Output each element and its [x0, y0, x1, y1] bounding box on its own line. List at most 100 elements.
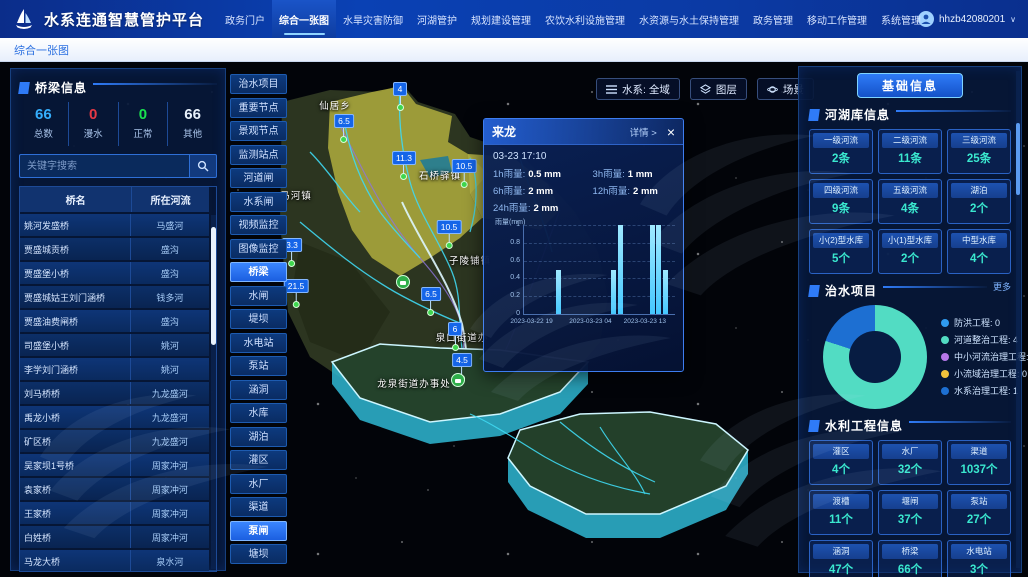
nav-item[interactable]: 移动工作管理: [800, 0, 874, 38]
engineering-card-value: 27个: [951, 509, 1007, 531]
section-square-icon: [808, 420, 820, 432]
table-body: 姚河发盛桥马盛河贾盛城贡桥盛沟贾盛堡小桥盛沟贾盛城姑王刘门涵桥钱多河贾盛油费闸桥…: [20, 214, 209, 572]
river-cell: 钱多河: [131, 286, 209, 308]
layer-menu-item[interactable]: 渠道: [230, 497, 287, 517]
layer-menu-item[interactable]: 景观节点: [230, 121, 287, 141]
table-row[interactable]: 贾盛城姑王刘门涵桥钱多河: [20, 286, 209, 308]
river-cell: 九龙盛河: [131, 430, 209, 452]
section-divider: [883, 286, 987, 288]
gauge-marker[interactable]: 6: [448, 322, 462, 351]
legend-item: 小流域治理工程: 0: [941, 366, 1028, 383]
layer-menu-item[interactable]: 桥梁: [230, 262, 287, 282]
layers-button[interactable]: 图层: [690, 78, 747, 100]
nav-item[interactable]: 农饮水利设施管理: [538, 0, 632, 38]
water-system-select[interactable]: 水系: 全域: [596, 78, 680, 100]
gauge-marker[interactable]: 10.5: [452, 159, 477, 188]
projects-more-link[interactable]: 更多: [993, 280, 1011, 293]
table-row[interactable]: 贾盛油费闸桥盛沟: [20, 310, 209, 332]
projects-legend: 防洪工程: 0河道整治工程: 4中小河流治理工程: 0小流域治理工程: 0水系治…: [941, 315, 1028, 400]
river-cell: 周家冲河: [131, 526, 209, 548]
layer-menu-item[interactable]: 堤坝: [230, 309, 287, 329]
legend-item: 中小河流治理工程: 0: [941, 349, 1028, 366]
gauge-marker[interactable]: 10.5: [437, 220, 462, 249]
rain-bar: [611, 270, 616, 315]
table-scrollbar-thumb[interactable]: [211, 227, 216, 345]
rainfall-stat-value: 0.5 mm: [528, 169, 561, 180]
map-layer-menu: 治水项目重要节点景观节点监测站点河道闸水系闸视频监控图像监控桥梁水闸堤坝水电站泵…: [230, 74, 287, 568]
layer-menu-item[interactable]: 视频监控: [230, 215, 287, 235]
popup-detail-link[interactable]: 详情 >: [630, 125, 657, 139]
breadcrumb[interactable]: 综合一张图: [14, 42, 69, 58]
right-scrollbar-track: [1016, 71, 1020, 568]
river-cell: 盛沟: [131, 262, 209, 284]
rain-bar: [656, 225, 661, 314]
gauge-marker[interactable]: 6.5: [334, 114, 354, 143]
layer-menu-item[interactable]: 塘坝: [230, 544, 287, 564]
table-row[interactable]: 吴家坝1号桥周家冲河: [20, 454, 209, 476]
nav-item[interactable]: 河湖管护: [410, 0, 464, 38]
nav-item[interactable]: 系统管理: [874, 0, 928, 38]
layer-menu-item[interactable]: 河道闸: [230, 168, 287, 188]
bridge-name-cell: 吴家坝1号桥: [20, 454, 131, 476]
table-row[interactable]: 马龙大桥泉水河: [20, 550, 209, 572]
table-row[interactable]: 禹龙小桥九龙盛河: [20, 406, 209, 428]
gauge-marker[interactable]: 21.5: [284, 279, 309, 308]
layer-menu-item[interactable]: 泵闸: [230, 521, 287, 541]
search-button[interactable]: [189, 154, 217, 178]
layer-menu-item[interactable]: 水厂: [230, 474, 287, 494]
nav-item[interactable]: 水资源与水土保持管理: [632, 0, 746, 38]
layer-menu-item[interactable]: 涵洞: [230, 380, 287, 400]
river-card: 五级河流4条: [878, 179, 942, 224]
table-row[interactable]: 王家桥周家冲河: [20, 502, 209, 524]
nav-item[interactable]: 综合一张图: [272, 0, 336, 38]
basic-info-button[interactable]: 基础信息: [857, 73, 963, 98]
search-input[interactable]: [19, 154, 189, 178]
river-card-label: 三级河流: [951, 133, 1007, 148]
user-name: hhzb42080201: [939, 14, 1005, 25]
layer-menu-item[interactable]: 灌区: [230, 450, 287, 470]
layer-menu-item[interactable]: 水电站: [230, 333, 287, 353]
table-row[interactable]: 白姓桥周家冲河: [20, 526, 209, 548]
nav-item[interactable]: 政务管理: [746, 0, 800, 38]
marker-value-tag: 4: [393, 82, 407, 96]
rainfall-chart: 雨量(mm) 00.20.40.60.812023-03-22 192023-0…: [523, 225, 670, 315]
layer-menu-item[interactable]: 重要节点: [230, 98, 287, 118]
gauge-marker[interactable]: 11.3: [392, 151, 416, 180]
layer-menu-item[interactable]: 湖泊: [230, 427, 287, 447]
layer-menu-item[interactable]: 泵站: [230, 356, 287, 376]
table-row[interactable]: 矿区桥九龙盛河: [20, 430, 209, 452]
engineering-card-value: 4个: [813, 459, 869, 481]
gauge-marker[interactable]: 4: [393, 82, 407, 111]
nav-item[interactable]: 政务门户: [218, 0, 272, 38]
right-scrollbar-thumb[interactable]: [1016, 123, 1020, 195]
gauge-marker[interactable]: 6.5: [421, 287, 441, 316]
y-tick-label: 0.4: [502, 274, 520, 281]
legend-dot-icon: [941, 336, 949, 344]
bridge-name-cell: 贾盛堡小桥: [20, 262, 131, 284]
legend-item: 河道整治工程: 4: [941, 332, 1028, 349]
layer-menu-item[interactable]: 水库: [230, 403, 287, 423]
camera-marker-icon[interactable]: [396, 275, 410, 289]
table-row[interactable]: 袁家桥周家冲河: [20, 478, 209, 500]
layer-menu-item[interactable]: 水闸: [230, 286, 287, 306]
layer-menu-item[interactable]: 水系闸: [230, 192, 287, 212]
table-row[interactable]: 刘马桥桥九龙盛河: [20, 382, 209, 404]
table-row[interactable]: 姚河发盛桥马盛河: [20, 214, 209, 236]
table-row[interactable]: 司盛堡小桥姚河: [20, 334, 209, 356]
camera-marker-icon[interactable]: [451, 373, 465, 387]
app-title: 水系连通智慧管护平台: [44, 9, 204, 30]
river-cell: 周家冲河: [131, 502, 209, 524]
engineering-card-value: 32个: [882, 459, 938, 481]
table-row[interactable]: 贾盛城贡桥盛沟: [20, 238, 209, 260]
table-row[interactable]: 李学刘门涵桥姚河: [20, 358, 209, 380]
marker-value-tag: 11.3: [392, 151, 416, 165]
layer-menu-item[interactable]: 监测站点: [230, 145, 287, 165]
nav-item[interactable]: 水旱灾害防御: [336, 0, 410, 38]
close-icon[interactable]: ×: [667, 125, 675, 139]
layer-menu-item[interactable]: 图像监控: [230, 239, 287, 259]
river-cell: 泉水河: [131, 550, 209, 572]
nav-item[interactable]: 规划建设管理: [464, 0, 538, 38]
table-row[interactable]: 贾盛堡小桥盛沟: [20, 262, 209, 284]
layer-menu-item[interactable]: 治水项目: [230, 74, 287, 94]
projects-chart-row: 防洪工程: 0河道整治工程: 4中小河流治理工程: 0小流域治理工程: 0水系治…: [809, 305, 1011, 409]
